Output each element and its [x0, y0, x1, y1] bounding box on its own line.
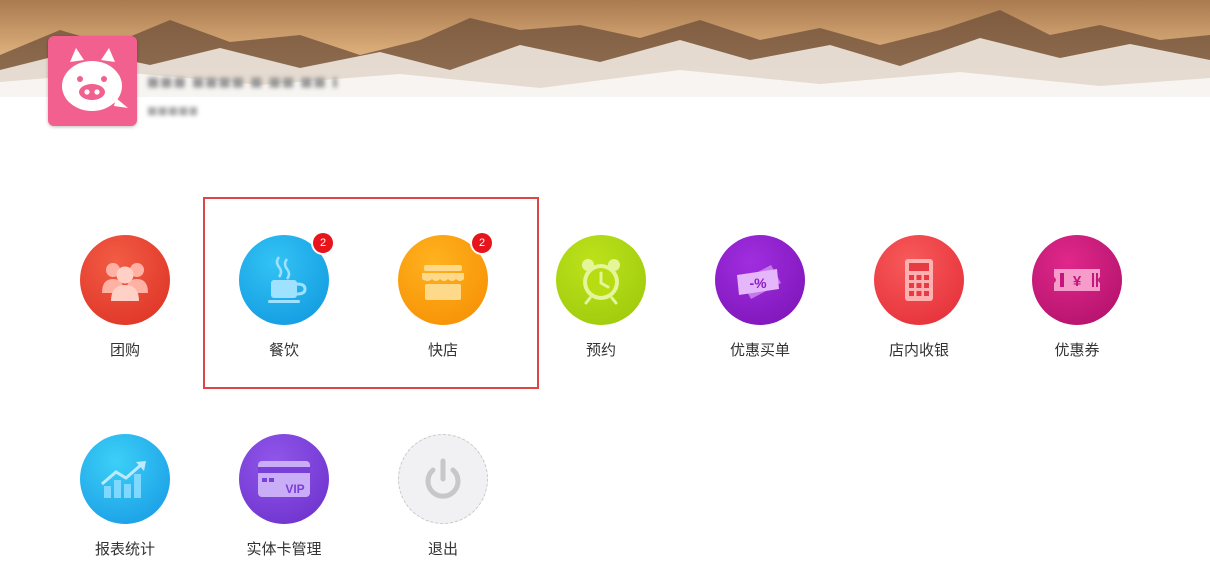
notification-badge: 2 [472, 233, 492, 253]
menu-item-label: 快店 [427, 341, 458, 359]
calculator-icon [874, 235, 964, 325]
svg-text:¥: ¥ [1073, 273, 1082, 290]
menu-item-catering[interactable]: 2 餐饮 [224, 233, 344, 385]
trend-chart-icon [80, 434, 170, 524]
menu-item-reports[interactable]: 报表统计 [65, 434, 185, 584]
menu-item-label: 报表统计 [94, 540, 155, 558]
menu-item-store-cashier[interactable]: 店内收银 [859, 235, 979, 385]
svg-text:VIP: VIP [285, 482, 304, 496]
menu-item-label: 实体卡管理 [246, 540, 322, 558]
menu-item-label: 餐饮 [268, 341, 299, 359]
alarm-clock-icon [556, 235, 646, 325]
discount-ticket-icon: -% [715, 235, 805, 325]
pig-logo-icon [62, 48, 128, 111]
menu-item-label: 优惠买单 [729, 341, 790, 359]
menu-item-coupon[interactable]: ¥ 优惠券 [1017, 235, 1137, 385]
menu-item-logout[interactable]: 退出 [383, 434, 503, 584]
menu-item-card-management[interactable]: VIP 实体卡管理 [224, 434, 344, 584]
menu-item-label: 团购 [109, 341, 140, 359]
yen-coupon-icon: ¥ [1032, 235, 1122, 325]
menu-item-label: 优惠券 [1054, 341, 1100, 359]
power-icon [398, 434, 488, 524]
menu-item-group-buy[interactable]: 团购 [65, 235, 185, 385]
vip-card-icon: VIP [239, 434, 329, 524]
menu-item-reservation[interactable]: 预约 [541, 235, 661, 385]
menu-item-label: 店内收银 [888, 341, 949, 359]
notification-badge: 2 [313, 233, 333, 253]
store-logo [48, 36, 137, 126]
group-people-icon [80, 235, 170, 325]
menu-item-discount-pay[interactable]: -% 优惠买单 [700, 235, 820, 385]
store-subtitle: ■■■■■ [147, 105, 197, 117]
menu-item-label: 退出 [427, 540, 458, 558]
menu-item-label: 预约 [585, 341, 616, 359]
svg-text:-%: -% [749, 275, 767, 291]
store-name: ■■■ ■■■■ ■ ■■ ■■ ■ ■ [147, 75, 337, 90]
menu-item-quick-shop[interactable]: 2 快店 [383, 233, 503, 385]
